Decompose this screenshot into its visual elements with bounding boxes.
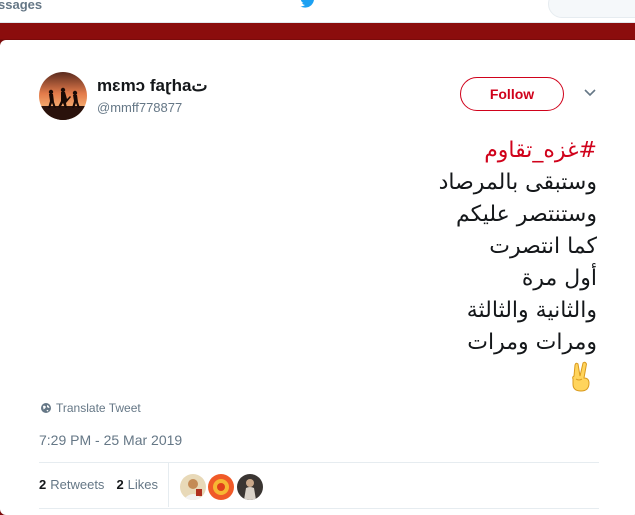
liker-avatar[interactable] — [237, 474, 263, 500]
chevron-down-icon[interactable] — [583, 88, 597, 98]
likes-stat[interactable]: 2 Likes — [116, 477, 158, 492]
liker-avatar-image — [208, 474, 234, 500]
tweet-stats: 2 Retweets 2 Likes — [39, 477, 170, 492]
likes-label: Likes — [127, 477, 159, 492]
tweet-line: كما انتصرت — [489, 234, 597, 259]
tweet-card: mɛmɔ faɽhaت @mmff778877 Follow #غزه_تقاو… — [0, 40, 635, 515]
retweets-label: Retweets — [50, 477, 105, 492]
globe-icon — [41, 403, 51, 413]
likes-count: 2 — [116, 477, 124, 492]
twitter-bird-icon[interactable] — [298, 0, 318, 9]
retweets-count: 2 — [39, 477, 47, 492]
user-handle[interactable]: @mmff778877 — [97, 100, 182, 115]
avatar[interactable] — [39, 72, 87, 120]
liker-avatar-image — [237, 474, 263, 500]
search-input[interactable] — [548, 0, 635, 18]
tweet-line: أول مرة — [521, 266, 597, 291]
liker-avatar[interactable] — [208, 474, 234, 500]
tweet-timestamp[interactable]: 7:29 PM - 25 Mar 2019 — [39, 432, 182, 448]
translate-tweet-link[interactable]: Translate Tweet — [40, 401, 141, 415]
retweets-stat[interactable]: 2 Retweets — [39, 477, 104, 492]
divider — [39, 508, 599, 509]
top-navigation-bar: ssages — [0, 0, 635, 23]
divider — [39, 462, 599, 463]
tweet-line: والثانية والثالثة — [466, 298, 597, 323]
liker-avatar[interactable] — [180, 474, 206, 500]
nav-messages-link[interactable]: ssages — [0, 0, 42, 12]
tweet-text: #غزه_تقاوم وستبقى بالمرصاد وستنتصر عليكم… — [300, 135, 597, 359]
stats-separator — [168, 463, 169, 507]
hashtag-link[interactable]: #غزه_تقاوم — [300, 135, 597, 167]
tweet-line: وستبقى بالمرصاد — [438, 170, 597, 195]
victory-hand-emoji-icon — [572, 361, 590, 392]
tweet-line: وستنتصر عليكم — [455, 202, 597, 227]
tweet-line: ومرات ومرات — [467, 330, 597, 355]
translate-label: Translate Tweet — [56, 401, 141, 415]
page-backdrop — [0, 23, 635, 39]
liker-avatar-image — [180, 474, 206, 500]
follow-button[interactable]: Follow — [460, 77, 564, 111]
avatar-image — [39, 72, 87, 120]
display-name[interactable]: mɛmɔ faɽhaت — [97, 76, 207, 96]
